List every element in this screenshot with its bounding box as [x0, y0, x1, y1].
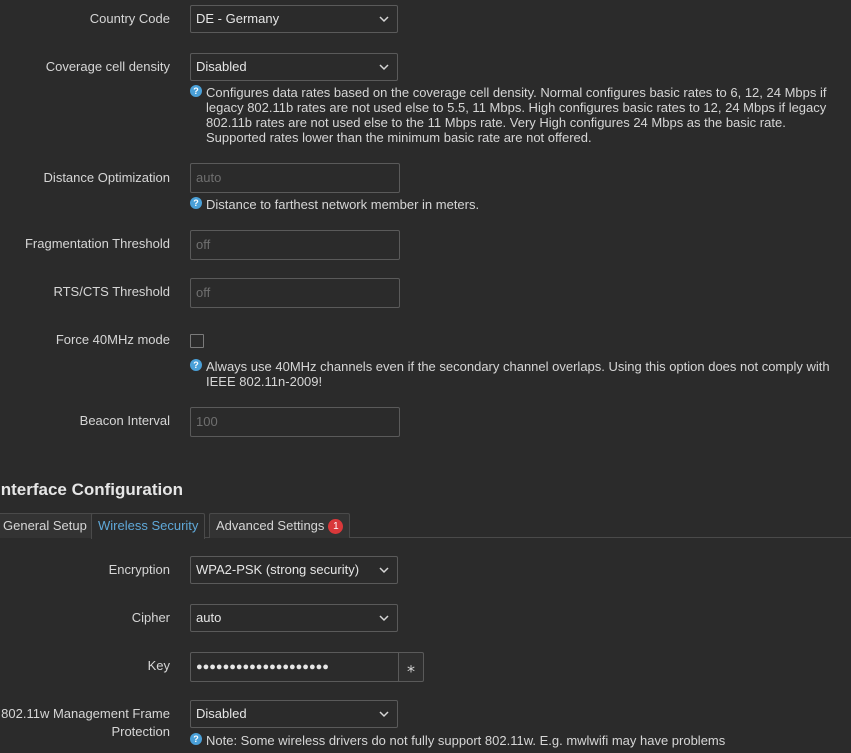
- encryption-value: WPA2-PSK (strong security): [196, 562, 360, 577]
- frag-label: Fragmentation Threshold: [24, 236, 170, 251]
- beacon-label: Beacon Interval: [79, 413, 170, 428]
- coverage-help-text: Configures data rates based on the cover…: [206, 85, 827, 145]
- key-label: Key: [147, 658, 170, 673]
- coverage-label: Coverage cell density: [45, 59, 170, 74]
- help-circle-icon: ?: [190, 359, 202, 371]
- chevron-down-icon: [379, 711, 389, 718]
- cipher-value: auto: [196, 610, 222, 625]
- country-code-label: Country Code: [89, 11, 170, 26]
- cipher-select[interactable]: auto: [190, 604, 398, 632]
- rts-input[interactable]: off: [190, 278, 400, 308]
- force40-help-text: Always use 40MHz channels even if the se…: [206, 359, 830, 389]
- country-code-select[interactable]: DE - Germany: [190, 5, 398, 33]
- error-count-badge: 1: [328, 519, 344, 534]
- section-title: Interface Configuration: [0, 480, 184, 499]
- coverage-help: ? Configures data rates based on the cov…: [190, 85, 849, 145]
- distance-input[interactable]: auto: [190, 163, 400, 193]
- help-circle-icon: ?: [190, 85, 202, 97]
- reveal-password-button[interactable]: ⁎: [398, 652, 424, 682]
- force40-help: ? Always use 40MHz channels even if the …: [190, 359, 849, 389]
- help-circle-icon: ?: [190, 197, 202, 209]
- help-circle-icon: ?: [190, 733, 202, 745]
- chevron-down-icon: [379, 615, 389, 622]
- mfp-help-text: Note: Some wireless drivers do not fully…: [206, 733, 726, 748]
- chevron-down-icon: [379, 16, 389, 23]
- beacon-input[interactable]: 100: [190, 407, 400, 437]
- coverage-select[interactable]: Disabled: [190, 53, 398, 81]
- mfp-value: Disabled: [196, 706, 247, 721]
- encryption-select[interactable]: WPA2-PSK (strong security): [190, 556, 398, 584]
- country-code-value: DE - Germany: [196, 11, 280, 26]
- coverage-value: Disabled: [196, 59, 247, 74]
- cipher-label: Cipher: [131, 610, 170, 625]
- distance-label: Distance Optimization: [43, 170, 170, 185]
- mfp-select[interactable]: Disabled: [190, 700, 398, 728]
- force40-label: Force 40MHz mode: [55, 332, 170, 347]
- frag-input[interactable]: off: [190, 230, 400, 260]
- chevron-down-icon: [379, 567, 389, 574]
- tab-wireless-security[interactable]: Wireless Security: [91, 513, 206, 539]
- chevron-down-icon: [379, 64, 389, 71]
- key-input[interactable]: ●●●●●●●●●●●●●●●●●●●●: [190, 652, 399, 682]
- tab-advanced-settings[interactable]: Advanced Settings 1: [209, 513, 351, 538]
- mfp-label: 802.11w Management Frame Protection: [1, 706, 170, 739]
- distance-help-text: Distance to farthest network member in m…: [206, 197, 480, 212]
- distance-help: ? Distance to farthest network member in…: [190, 197, 849, 212]
- rts-label: RTS/CTS Threshold: [53, 284, 170, 299]
- force40-checkbox[interactable]: [190, 334, 204, 348]
- mfp-help: ? Note: Some wireless drivers do not ful…: [190, 733, 849, 748]
- encryption-label: Encryption: [108, 562, 170, 577]
- tab-general-setup[interactable]: General Setup: [0, 513, 94, 538]
- tab-advanced-label: Advanced Settings: [216, 518, 325, 533]
